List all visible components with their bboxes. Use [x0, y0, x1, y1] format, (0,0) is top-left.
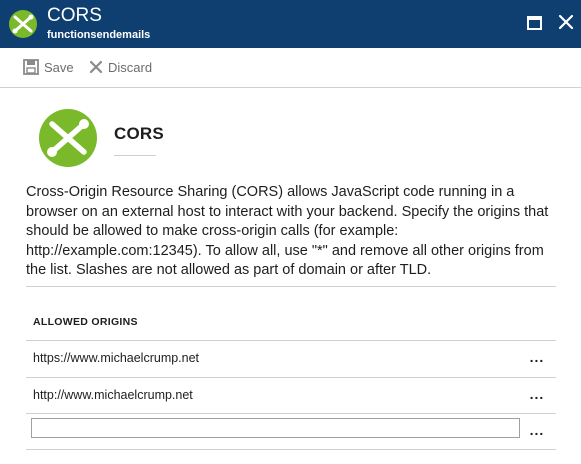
cors-description: Cross-Origin Resource Sharing (CORS) all… [26, 184, 549, 278]
maximize-icon[interactable] [526, 14, 544, 32]
origin-row[interactable]: https://www.michaelcrump.net ... [26, 341, 556, 377]
section-divider [26, 286, 556, 287]
new-origin-input[interactable] [31, 418, 520, 438]
origin-value[interactable]: https://www.michaelcrump.net [33, 351, 199, 365]
function-app-icon [39, 109, 97, 167]
discard-button[interactable]: Discard [89, 57, 152, 77]
command-bar: Save Discard [0, 48, 581, 87]
list-divider [26, 449, 556, 450]
blade-subtitle: functionsendemails [47, 29, 151, 41]
title-underline [114, 155, 156, 156]
save-icon [23, 59, 39, 75]
discard-label: Discard [108, 59, 153, 75]
new-origin-row: ... [26, 414, 556, 450]
function-app-icon [9, 10, 37, 38]
save-button[interactable]: Save [23, 57, 74, 77]
origin-row[interactable]: http://www.michaelcrump.net ... [26, 378, 556, 414]
blade-title: CORS [47, 5, 102, 26]
allowed-origins-heading: ALLOWED ORIGINS [33, 316, 138, 328]
page-title: CORS [114, 124, 164, 143]
close-icon[interactable] [557, 13, 575, 31]
discard-icon [89, 60, 103, 74]
blade-header: CORS functionsendemails [0, 0, 581, 48]
save-label: Save [44, 59, 74, 75]
origin-value[interactable]: http://www.michaelcrump.net [33, 388, 193, 402]
row-menu-button[interactable]: ... [526, 347, 548, 367]
row-menu-button[interactable]: ... [526, 420, 548, 440]
row-menu-button[interactable]: ... [526, 384, 548, 404]
toolbar-divider [0, 87, 581, 88]
